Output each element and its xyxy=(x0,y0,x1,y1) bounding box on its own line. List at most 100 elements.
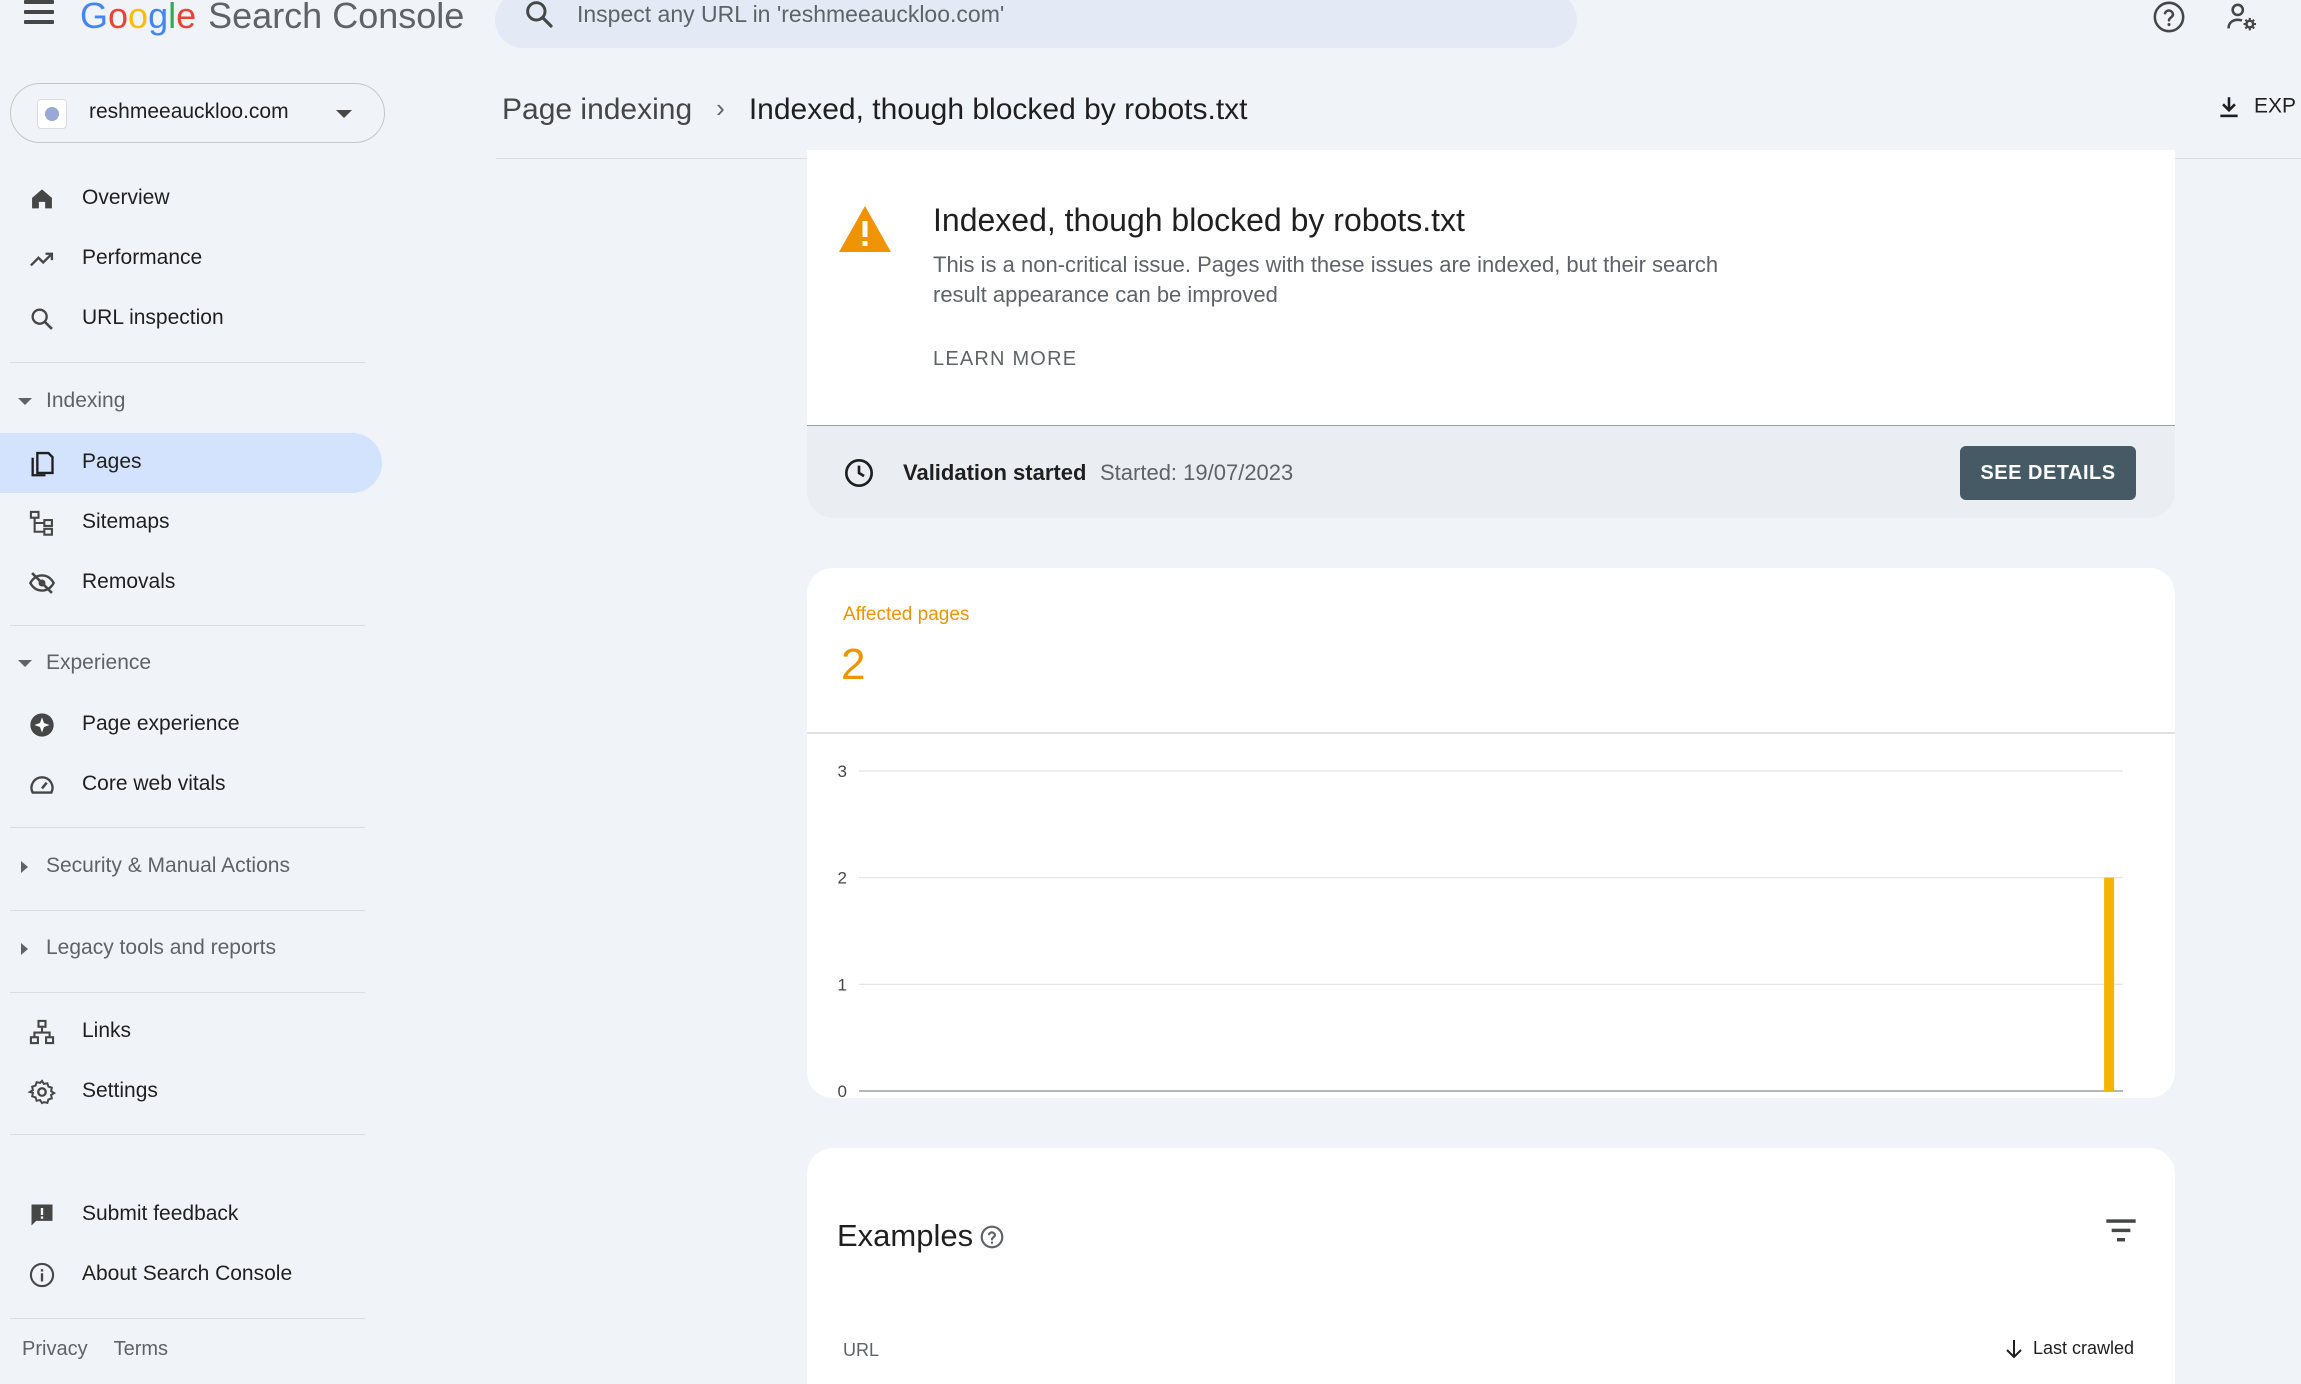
collapse-arrow-icon xyxy=(18,398,32,405)
affected-pages-card: Affected pages 2 012320/04/202301/05/202… xyxy=(807,568,2175,1098)
url-inspection-search[interactable] xyxy=(495,0,1577,48)
logo-letter: g xyxy=(148,0,169,36)
validation-bar: Validation started Started: 19/07/2023 S… xyxy=(807,425,2175,518)
sidebar-item-label: Links xyxy=(82,1019,132,1042)
eye-off-icon xyxy=(28,572,56,594)
info-icon xyxy=(29,1262,55,1288)
affected-pages-count: 2 xyxy=(841,640,866,689)
sidebar-divider xyxy=(10,827,365,828)
terms-link[interactable]: Terms xyxy=(114,1338,168,1360)
sidebar-divider xyxy=(10,910,365,911)
sidebar-item-performance[interactable]: Performance xyxy=(0,229,382,289)
sitemap-icon xyxy=(29,510,53,536)
sidebar-item-label: Sitemaps xyxy=(82,510,170,533)
logo-letter: e xyxy=(176,0,197,36)
sidebar-item-core-web-vitals[interactable]: Core web vitals xyxy=(0,755,382,815)
sidebar-divider xyxy=(10,1134,365,1135)
gear-icon xyxy=(28,1079,56,1105)
product-name: Search Console xyxy=(208,0,465,36)
affected-pages-label: Affected pages xyxy=(843,604,970,625)
section-label: Security & Manual Actions xyxy=(46,854,290,877)
sidebar-item-settings[interactable]: Settings xyxy=(0,1062,382,1122)
help-icon[interactable] xyxy=(2152,0,2186,34)
property-favicon-icon xyxy=(37,99,67,129)
pages-icon xyxy=(31,451,54,477)
export-button[interactable]: EXP xyxy=(2216,92,2296,122)
sidebar-item-label: Overview xyxy=(82,186,170,209)
last-crawled-label: Last crawled xyxy=(2033,1338,2135,1358)
sidebar-item-label: Performance xyxy=(82,246,203,269)
issue-summary-card: Indexed, though blocked by robots.txt Th… xyxy=(807,150,2175,518)
sidebar-item-label: Submit feedback xyxy=(82,1202,239,1225)
column-header-last-crawled[interactable]: Last crawled xyxy=(2005,1338,2134,1359)
examples-title: Examples xyxy=(837,1218,974,1253)
sidebar-item-overview[interactable]: Overview xyxy=(0,169,382,229)
trending-up-icon xyxy=(30,252,54,267)
sidebar-item-label: Pages xyxy=(82,450,142,473)
sidebar-item-sitemaps[interactable]: Sitemaps xyxy=(0,493,382,553)
chart-bar xyxy=(2104,877,2115,1091)
sidebar-divider xyxy=(10,1318,365,1319)
sidebar-item-label: Core web vitals xyxy=(82,772,226,795)
y-tick-label: 2 xyxy=(838,869,847,888)
feedback-icon xyxy=(31,1204,53,1226)
privacy-link[interactable]: Privacy xyxy=(22,1338,88,1360)
sidebar-divider xyxy=(10,362,365,363)
logo-letter: l xyxy=(168,0,177,36)
sidebar-item-label: Page experience xyxy=(82,712,240,735)
section-label: Legacy tools and reports xyxy=(46,936,276,959)
page-title: Indexed, though blocked by robots.txt xyxy=(748,93,1248,126)
app-logo[interactable]: Google Search Console xyxy=(80,0,464,37)
section-label: Experience xyxy=(46,651,152,674)
search-icon xyxy=(526,1,553,28)
help-icon[interactable] xyxy=(979,1224,1005,1250)
sidebar-item-label: URL inspection xyxy=(82,306,224,329)
sidebar-item-removals[interactable]: Removals xyxy=(0,553,382,613)
see-details-button[interactable]: SEE DETAILS xyxy=(1960,446,2136,500)
search-icon xyxy=(31,308,53,330)
logo-letter: G xyxy=(80,0,109,36)
sidebar-item-submit-feedback[interactable]: Submit feedback xyxy=(0,1185,382,1245)
property-selector[interactable]: reshmeeauckloo.com xyxy=(10,83,385,143)
top-bar: Google Search Console xyxy=(0,0,2301,60)
sidebar-item-url-inspection[interactable]: URL inspection xyxy=(0,289,382,349)
y-tick-label: 3 xyxy=(838,762,847,781)
examples-card: Examples URL Last crawled xyxy=(807,1148,2175,1384)
logo-letter: o xyxy=(128,0,149,36)
export-label: EXP xyxy=(2254,94,2297,118)
sidebar-item-page-experience[interactable]: Page experience xyxy=(0,695,382,755)
main-menu-icon[interactable] xyxy=(24,0,56,30)
sidebar-section-experience[interactable]: Experience xyxy=(0,640,370,690)
logo-letter: o xyxy=(108,0,129,36)
breadcrumb: Page indexing › Indexed, though blocked by… xyxy=(502,93,1248,127)
expand-arrow-icon xyxy=(21,861,28,873)
filter-icon[interactable] xyxy=(2105,1216,2137,1244)
sidebar-divider xyxy=(10,625,365,626)
sidebar-section-security[interactable]: Security & Manual Actions xyxy=(0,843,370,893)
speedometer-icon xyxy=(30,776,54,794)
issue-title: Indexed, though blocked by robots.txt xyxy=(933,202,1465,238)
sidebar-item-label: Removals xyxy=(82,570,176,593)
page-experience-icon xyxy=(30,713,54,737)
sidebar-divider xyxy=(10,992,365,993)
validation-date: Started: 19/07/2023 xyxy=(1100,460,1294,485)
manage-user-icon[interactable] xyxy=(2224,0,2260,34)
column-header-url[interactable]: URL xyxy=(843,1340,879,1361)
sidebar-item-label: Settings xyxy=(82,1079,158,1102)
sidebar-section-indexing[interactable]: Indexing xyxy=(0,378,370,428)
section-label: Indexing xyxy=(46,389,126,412)
search-input[interactable] xyxy=(577,0,1477,36)
sidebar-item-pages[interactable]: Pages xyxy=(0,433,382,493)
y-tick-label: 1 xyxy=(838,975,847,994)
breadcrumb-page-indexing[interactable]: Page indexing xyxy=(502,93,692,126)
sort-arrow-down-icon xyxy=(2006,1340,2022,1359)
warning-icon xyxy=(839,206,891,252)
learn-more-link[interactable]: LEARN MORE xyxy=(933,348,1077,371)
sidebar-item-label: About Search Console xyxy=(82,1262,293,1285)
sidebar-item-about[interactable]: About Search Console xyxy=(0,1245,382,1305)
property-name: reshmeeauckloo.com xyxy=(89,100,289,123)
sidebar-section-legacy[interactable]: Legacy tools and reports xyxy=(0,925,370,975)
dropdown-arrow-icon xyxy=(336,110,352,118)
sidebar-item-links[interactable]: Links xyxy=(0,1002,382,1062)
affected-pages-chart: 012320/04/202301/05/202312/05/202323/05/… xyxy=(838,762,2123,1098)
